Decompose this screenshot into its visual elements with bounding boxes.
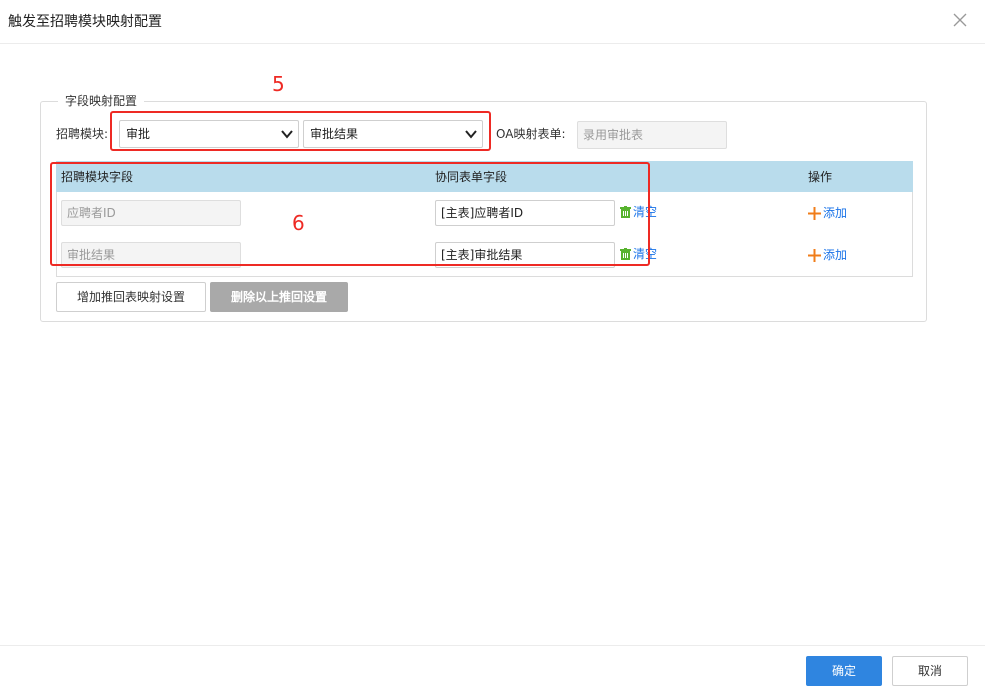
- plus-icon: [808, 207, 821, 220]
- add-button[interactable]: 添加: [808, 247, 853, 263]
- add-button[interactable]: 添加: [808, 205, 853, 221]
- annotation-box-5: [110, 111, 491, 151]
- plus-icon: [808, 249, 821, 262]
- annotation-number-6: 6: [292, 211, 305, 235]
- add-label: 添加: [823, 206, 848, 220]
- annotation-box-6: [50, 162, 650, 266]
- close-button[interactable]: [949, 9, 971, 31]
- column-header-operation: 操作: [808, 170, 833, 184]
- add-push-back-mapping-button[interactable]: 增加推回表映射设置: [56, 282, 206, 312]
- dialog-header: 触发至招聘模块映射配置: [0, 0, 985, 44]
- module-label: 招聘模块:: [56, 127, 109, 141]
- close-icon: [953, 13, 967, 27]
- oa-form-field[interactable]: 录用审批表: [577, 121, 727, 149]
- fieldset-legend: 字段映射配置: [58, 93, 145, 109]
- cancel-button[interactable]: 取消: [892, 656, 968, 686]
- dialog-title: 触发至招聘模块映射配置: [8, 14, 162, 30]
- add-label: 添加: [823, 248, 848, 262]
- confirm-button[interactable]: 确定: [806, 656, 882, 686]
- annotation-number-5: 5: [272, 72, 285, 96]
- delete-push-back-button[interactable]: 删除以上推回设置: [210, 282, 348, 312]
- oa-form-label: OA映射表单:: [496, 127, 566, 141]
